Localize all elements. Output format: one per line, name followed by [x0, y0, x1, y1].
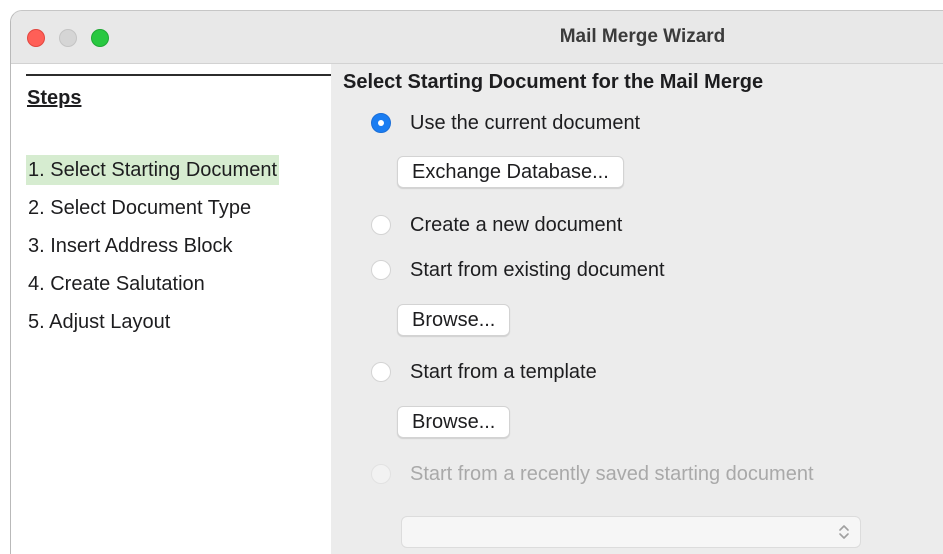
close-window-button[interactable] — [27, 29, 45, 47]
step-create-salutation[interactable]: 4. Create Salutation — [26, 269, 207, 299]
maximize-window-button[interactable] — [91, 29, 109, 47]
step-select-starting-document[interactable]: 1. Select Starting Document — [26, 155, 280, 185]
radio-label-recent-document: Start from a recently saved starting doc… — [410, 462, 814, 485]
steps-pane: Steps 1. Select Starting Document 2. Sel… — [11, 64, 331, 554]
radio-recent-document — [371, 464, 391, 484]
radio-template[interactable] — [371, 362, 391, 382]
section-title: Select Starting Document for the Mail Me… — [343, 71, 764, 93]
step-select-document-type[interactable]: 2. Select Document Type — [26, 193, 253, 223]
exchange-database-button[interactable]: Exchange Database... — [397, 156, 624, 188]
steps-heading: Steps — [27, 87, 82, 109]
content-pane: Select Starting Document for the Mail Me… — [331, 64, 943, 554]
step-adjust-layout[interactable]: 5. Adjust Layout — [26, 307, 172, 337]
radio-new-document[interactable] — [371, 215, 391, 235]
browse-existing-button[interactable]: Browse... — [397, 304, 511, 336]
option-create-new-document[interactable]: Create a new document — [371, 212, 622, 238]
option-start-from-existing-document[interactable]: Start from existing document — [371, 257, 665, 283]
chevron-up-down-icon — [839, 525, 849, 539]
mail-merge-wizard-window: Mail Merge Wizard Steps 1. Select Starti… — [10, 10, 943, 554]
minimize-window-button[interactable] — [59, 29, 77, 47]
radio-label-template: Start from a template — [410, 360, 597, 383]
browse-template-button[interactable]: Browse... — [397, 406, 511, 438]
radio-label-current-document: Use the current document — [410, 111, 641, 134]
option-start-from-recent-document: Start from a recently saved starting doc… — [371, 461, 814, 487]
radio-label-existing-document: Start from existing document — [410, 258, 665, 281]
recent-documents-select — [401, 516, 861, 548]
title-bar[interactable]: Mail Merge Wizard — [11, 11, 943, 64]
step-insert-address-block[interactable]: 3. Insert Address Block — [26, 231, 235, 261]
window-title: Mail Merge Wizard — [559, 26, 726, 47]
radio-existing-document[interactable] — [371, 260, 391, 280]
radio-current-document[interactable] — [371, 113, 391, 133]
option-start-from-template[interactable]: Start from a template — [371, 359, 597, 385]
steps-divider — [26, 74, 331, 76]
radio-label-new-document: Create a new document — [410, 213, 623, 236]
option-use-current-document[interactable]: Use the current document — [371, 110, 640, 136]
